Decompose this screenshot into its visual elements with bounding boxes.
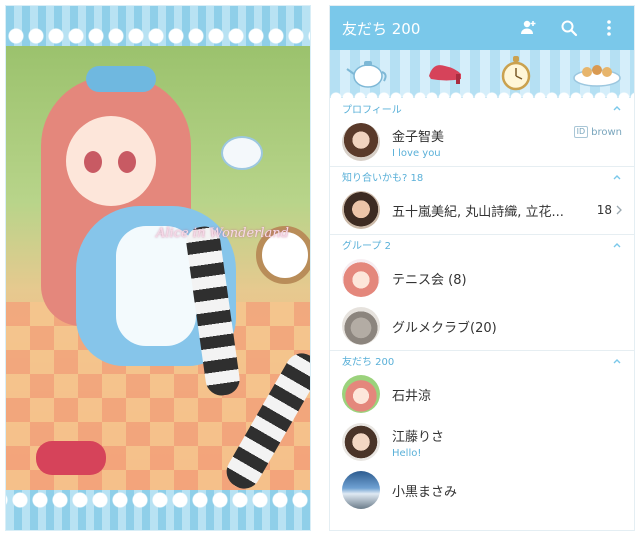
cookie-tray-icon (573, 65, 621, 87)
chevron-up-icon (613, 242, 621, 247)
chevron-up-icon (613, 174, 621, 179)
group-name: テニス会 (8) (392, 272, 467, 288)
character-eye-right (118, 151, 136, 173)
character-face (66, 116, 156, 206)
more-vertical-icon (607, 20, 611, 36)
section-label: 知り合いかも? 18 (342, 173, 424, 184)
app-bar-title: 友だち 200 (342, 19, 421, 38)
lace-border-bottom (6, 490, 310, 530)
avatar (342, 123, 380, 161)
suggested-names: 五十嵐美紀, 丸山詩織, 立花... (392, 204, 564, 220)
search-icon (561, 20, 578, 37)
profile-status: I love you (392, 147, 441, 159)
friend-status: Hello! (392, 447, 422, 459)
character-apron (116, 226, 196, 346)
add-friend-button[interactable] (514, 13, 544, 43)
section-header-suggestions[interactable]: 知り合いかも? 18 (330, 166, 634, 186)
list-item[interactable]: 小黒まさみ (330, 466, 634, 514)
profile-name: 金子智美 (392, 129, 445, 145)
friend-name: 石井涼 (392, 388, 432, 404)
theme-banner (330, 50, 634, 98)
section-header-groups[interactable]: グループ 2 (330, 234, 634, 254)
avatar (342, 259, 380, 297)
banner-lace (330, 88, 634, 98)
add-friend-icon (521, 20, 536, 34)
search-button[interactable] (554, 13, 584, 43)
avatar (342, 191, 380, 229)
avatar (342, 375, 380, 413)
section-label: 友だち 200 (342, 357, 395, 368)
list-item[interactable]: テニス会 (8) (330, 254, 634, 302)
more-button[interactable] (594, 13, 624, 43)
list-item[interactable]: 江藤りさ Hello! (330, 418, 634, 466)
profile-row[interactable]: 金子智美 I love you ID brown (330, 118, 634, 166)
friends-screen: 友だち 200 プロフィール 金子智美 I love you ID brown … (329, 5, 635, 531)
friend-name: 江藤りさ (392, 429, 445, 445)
section-label: グループ 2 (342, 241, 391, 252)
chevron-up-icon (613, 358, 621, 363)
illustration: Alice in Wonderland (6, 46, 310, 492)
red-shoe-icon (429, 65, 461, 84)
list-item[interactable]: グルメクラブ(20) (330, 302, 634, 350)
theme-preview-image: Alice in Wonderland (5, 5, 311, 531)
chevron-right-icon (616, 205, 622, 215)
section-header-profile[interactable]: プロフィール (330, 98, 634, 118)
red-shoes (36, 441, 106, 475)
suggestions-row[interactable]: 五十嵐美紀, 丸山詩織, 立花... 18 (330, 186, 634, 234)
avatar (342, 471, 380, 509)
pocket-watch-icon (501, 56, 531, 91)
profile-id: brown (591, 126, 622, 138)
section-label: プロフィール (342, 104, 402, 116)
list-item[interactable]: 石井涼 (330, 370, 634, 418)
suggestion-count: 18 (596, 203, 612, 217)
script-logo: Alice in Wonderland (156, 226, 289, 241)
teapot-icon (346, 61, 387, 88)
friend-name: 小黒まさみ (392, 484, 458, 500)
teapot-icon (221, 136, 263, 170)
hair-bow (86, 66, 156, 92)
avatar (342, 307, 380, 345)
character-eye-left (84, 151, 102, 173)
lace-border-top (6, 6, 310, 46)
avatar (342, 423, 380, 461)
group-name: グルメクラブ(20) (392, 320, 497, 336)
chevron-up-icon (613, 106, 621, 111)
section-header-friends[interactable]: 友だち 200 (330, 350, 634, 370)
app-bar: 友だち 200 (330, 6, 634, 50)
id-badge: ID (573, 126, 589, 138)
